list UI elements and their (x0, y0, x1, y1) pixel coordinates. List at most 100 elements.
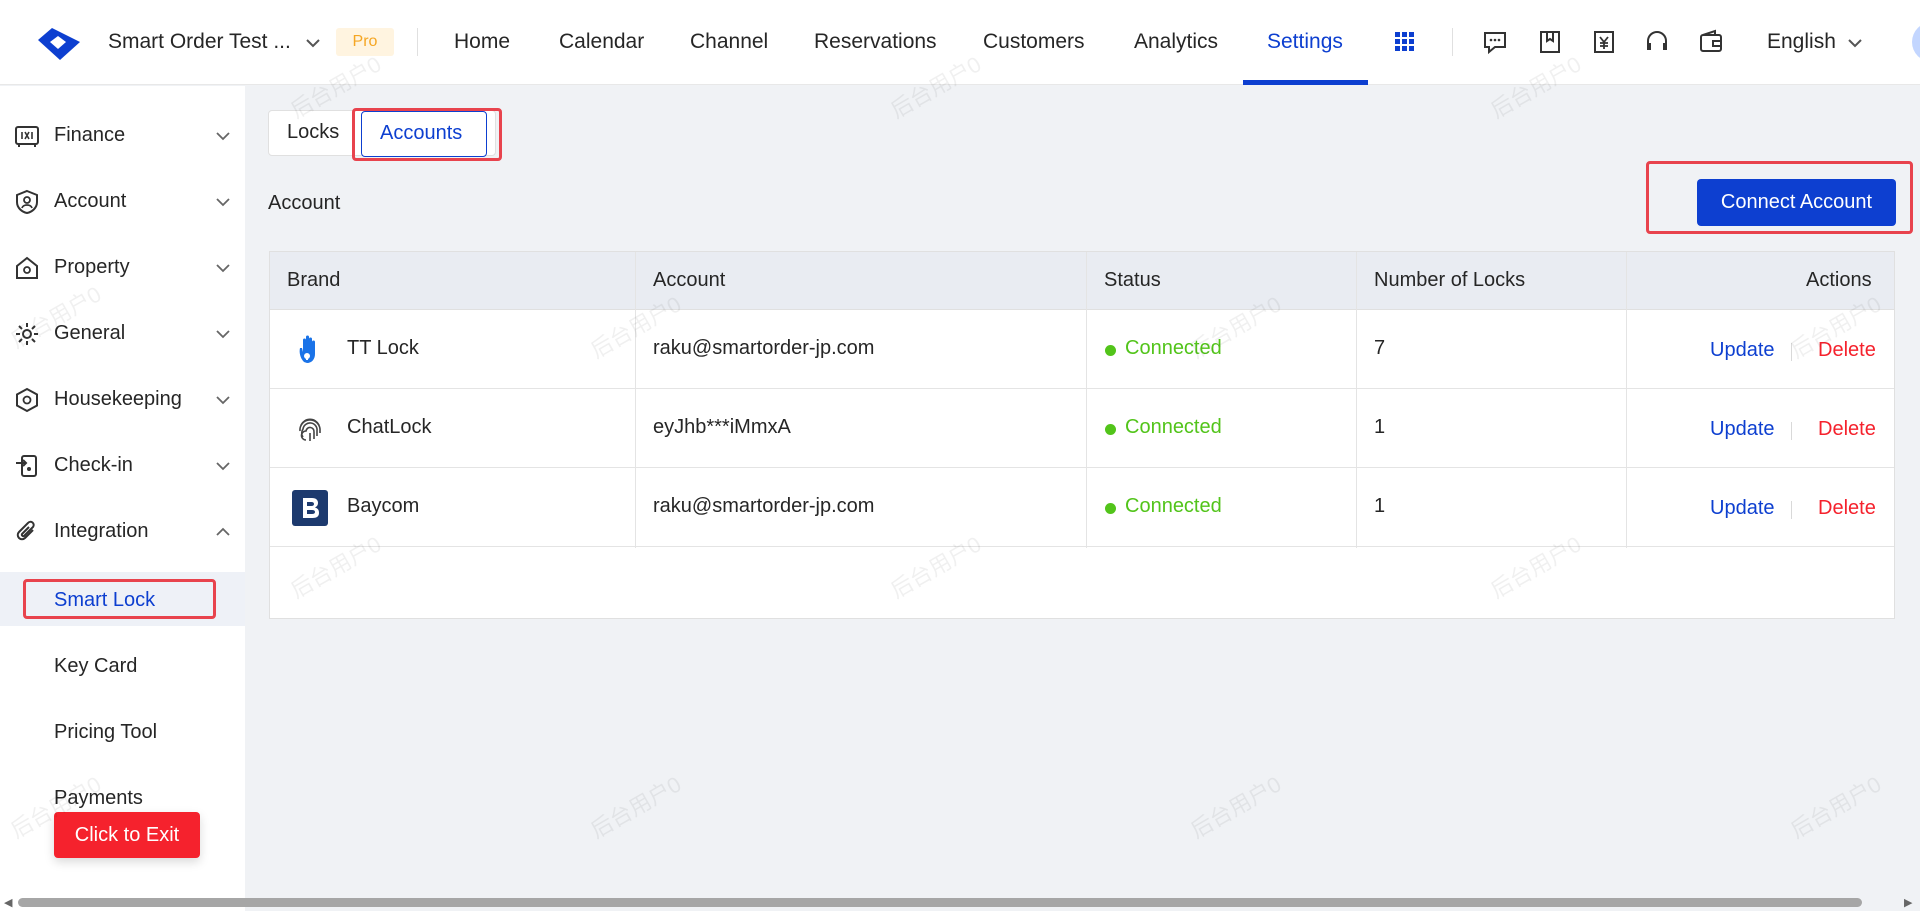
invoice-yen-icon[interactable] (1590, 28, 1618, 56)
sidebar-item-property[interactable]: Property (0, 237, 245, 297)
sidebar-item-account[interactable]: Account (0, 171, 245, 231)
app-logo-icon[interactable] (32, 22, 86, 64)
sidebar-item-label: Pricing Tool (54, 721, 158, 743)
divider (1791, 422, 1792, 440)
nav-customers[interactable]: Customers (983, 30, 1085, 54)
nav-home[interactable]: Home (454, 30, 510, 54)
update-button[interactable]: Update (1710, 497, 1775, 520)
hexagon-icon (16, 387, 38, 413)
chevron-down-icon[interactable] (1845, 33, 1865, 53)
sidebar-item-general[interactable]: General (0, 303, 245, 363)
sidebar: Finance Account Property General Houseke… (0, 86, 245, 911)
chevron-down-icon (216, 264, 230, 273)
wallet-icon[interactable] (1697, 28, 1725, 56)
apps-grid-icon[interactable] (1391, 28, 1419, 56)
language-selector[interactable]: English (1767, 30, 1836, 54)
section-title: Account (268, 192, 341, 214)
chevron-down-icon (216, 462, 230, 471)
brand-name: ChatLock (347, 416, 432, 438)
store-name[interactable]: Smart Order Test ... (108, 30, 291, 54)
headset-icon[interactable] (1643, 28, 1671, 56)
account-value: eyJhb***iMmxA (653, 416, 791, 438)
paperclip-icon (16, 520, 35, 541)
nav-calendar[interactable]: Calendar (559, 30, 644, 54)
sidebar-item-label: Key Card (54, 655, 138, 677)
divider (1791, 343, 1792, 361)
chevron-down-icon (216, 132, 230, 141)
status-text: Connected (1125, 337, 1222, 359)
exit-button[interactable]: Click to Exit (54, 812, 200, 858)
tt-lock-hand-icon (299, 335, 315, 363)
chevron-down-icon (216, 198, 230, 207)
delete-button[interactable]: Delete (1818, 497, 1876, 520)
update-button[interactable]: Update (1710, 418, 1775, 441)
status-text: Connected (1125, 495, 1222, 517)
table-row: Baycom raku@smartorder-jp.com Connected … (270, 468, 1894, 547)
status-dot (1105, 345, 1116, 356)
highlight-box (1646, 161, 1913, 234)
sidebar-item-label: Payments (54, 787, 143, 809)
sidebar-item-key-card[interactable]: Key Card (0, 638, 245, 692)
sidebar-item-label: Check-in (54, 454, 133, 476)
column-header: Brand (287, 269, 341, 291)
chevron-up-icon (216, 527, 230, 536)
account-value: raku@smartorder-jp.com (653, 337, 875, 359)
nav-analytics[interactable]: Analytics (1134, 30, 1218, 54)
brand-name: TT Lock (347, 337, 419, 359)
chevron-down-icon[interactable] (302, 32, 324, 54)
pro-badge: Pro (336, 28, 394, 56)
baycom-b-icon (292, 490, 328, 526)
nav-channel[interactable]: Channel (690, 30, 768, 54)
checkin-icon (16, 455, 37, 477)
table-row: ChatLock eyJhb***iMmxA Connected 1 Updat… (270, 389, 1894, 468)
column-header: Status (1104, 269, 1161, 291)
user-shield-icon (16, 189, 38, 215)
watermark: 后台用户0 (1186, 771, 1286, 844)
sidebar-item-label: Account (54, 190, 127, 212)
chevron-down-icon (216, 396, 230, 405)
safe-icon (15, 126, 39, 147)
sidebar-item-checkin[interactable]: Check-in (0, 435, 245, 495)
account-value: raku@smartorder-jp.com (653, 495, 875, 517)
sidebar-item-label: Property (54, 256, 130, 278)
sidebar-item-integration[interactable]: Integration (0, 501, 245, 561)
divider (1452, 28, 1453, 56)
sidebar-item-label: Integration (54, 520, 149, 542)
watermark: 后台用户0 (1786, 771, 1886, 844)
status-dot (1105, 424, 1116, 435)
status-dot (1105, 503, 1116, 514)
highlight-box (23, 579, 216, 619)
divider (417, 28, 418, 56)
nav-settings[interactable]: Settings (1267, 30, 1343, 54)
sidebar-item-finance[interactable]: Finance (0, 105, 245, 165)
update-button[interactable]: Update (1710, 339, 1775, 362)
chat-icon[interactable] (1481, 28, 1509, 56)
sidebar-item-housekeeping[interactable]: Housekeeping (0, 369, 245, 429)
scroll-left-arrow-icon[interactable]: ◀ (4, 896, 12, 909)
highlight-box (352, 108, 502, 161)
sidebar-item-pricing-tool[interactable]: Pricing Tool (0, 704, 245, 758)
lock-count: 7 (1374, 337, 1386, 359)
chevron-down-icon (216, 330, 230, 339)
sidebar-item-label: General (54, 322, 126, 344)
home-icon (16, 256, 38, 279)
fingerprint-icon (299, 418, 321, 441)
divider (1791, 501, 1792, 519)
avatar[interactable] (1912, 22, 1920, 62)
sidebar-item-label: Finance (54, 124, 126, 146)
nav-reservations[interactable]: Reservations (814, 30, 937, 54)
horizontal-scrollbar[interactable] (18, 898, 1862, 907)
accounts-table: Brand Account Status Number of Locks Act… (269, 251, 1895, 619)
delete-button[interactable]: Delete (1818, 339, 1876, 362)
table-header: Brand Account Status Number of Locks Act… (270, 252, 1894, 310)
top-navbar: Smart Order Test ... Pro Home Calendar C… (0, 0, 1920, 85)
gear-icon (16, 323, 38, 345)
bookmark-icon[interactable] (1536, 28, 1564, 56)
delete-button[interactable]: Delete (1818, 418, 1876, 441)
lock-count: 1 (1374, 495, 1386, 517)
scroll-right-arrow-icon[interactable]: ▶ (1904, 896, 1912, 909)
table-row: TT Lock raku@smartorder-jp.com Connected… (270, 310, 1894, 389)
tab-locks[interactable]: Locks (287, 121, 339, 144)
sidebar-item-label: Housekeeping (54, 388, 182, 410)
column-header: Actions (1806, 269, 1872, 291)
